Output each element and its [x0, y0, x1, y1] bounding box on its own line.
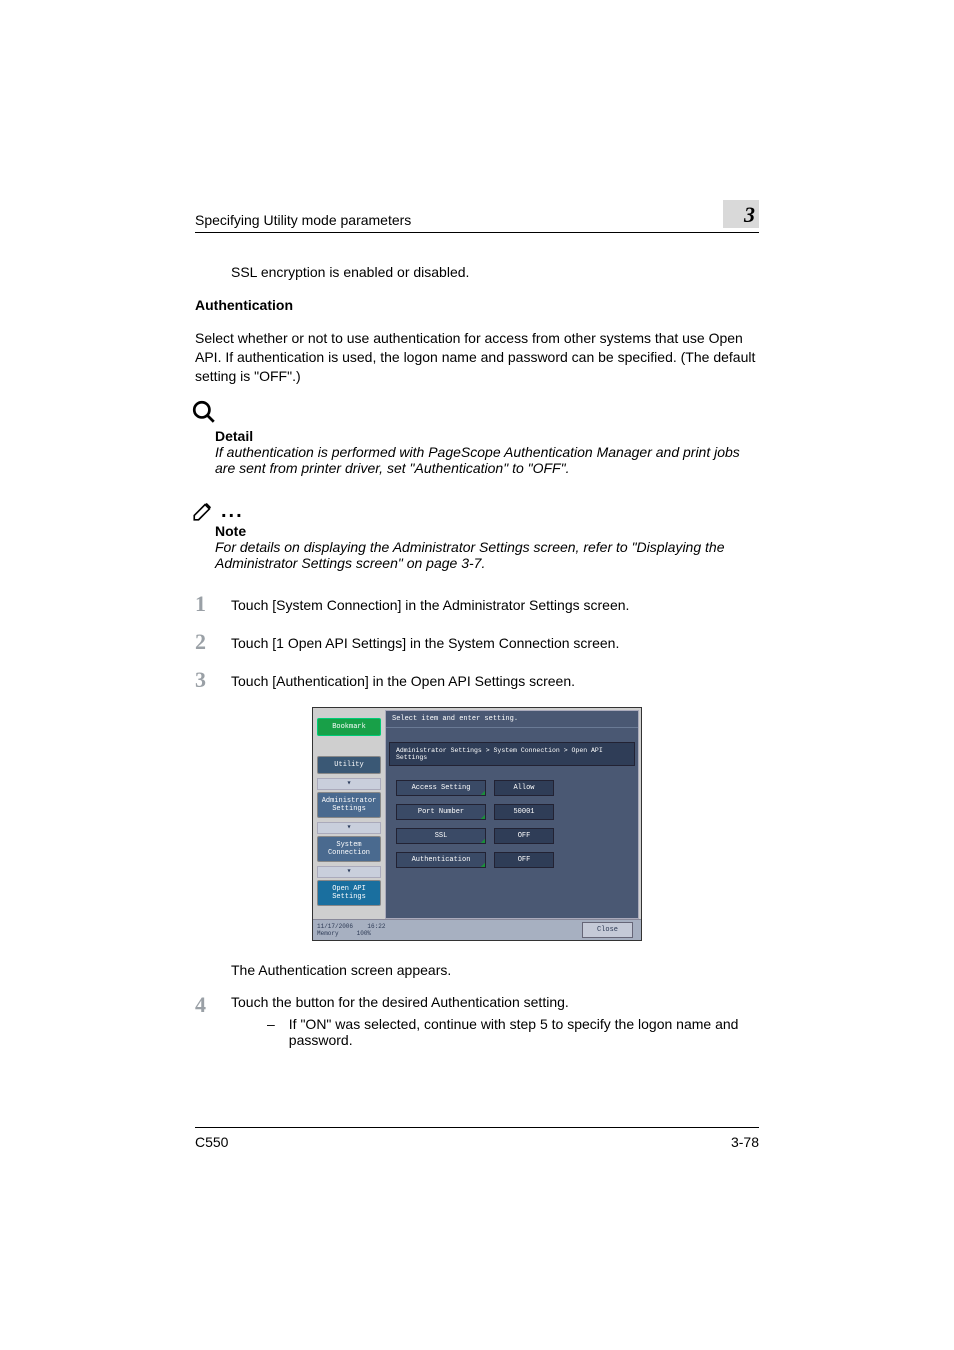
- pencil-icon: [191, 497, 217, 523]
- ss-memory-value: 100%: [357, 930, 371, 937]
- page-header: Specifying Utility mode parameters 3: [195, 200, 759, 233]
- chapter-number: 3: [723, 200, 759, 228]
- nav-open-api-settings[interactable]: Open API Settings: [317, 880, 381, 906]
- ss-sidebar: Bookmark Utility ▾ Administrator Setting…: [313, 708, 385, 919]
- step-4-sub: – If "ON" was selected, continue with st…: [231, 1016, 759, 1048]
- port-number-value: 50001: [494, 804, 554, 820]
- step-text: Touch [Authentication] in the Open API S…: [231, 669, 575, 691]
- note-block: ... Note For details on displaying the A…: [195, 494, 759, 571]
- ssl-value: OFF: [494, 828, 554, 844]
- ss-time: 16:22: [367, 923, 385, 930]
- footer-page: 3-78: [731, 1134, 759, 1150]
- step-1: 1 Touch [System Connection] in the Admin…: [195, 593, 759, 615]
- step-number: 3: [195, 669, 213, 691]
- ss-date: 11/17/2006: [317, 923, 353, 930]
- ss-status-bar: 11/17/2006 16:22 Memory 100% Close: [313, 919, 641, 940]
- down-arrow-icon: ▾: [317, 822, 381, 834]
- port-number-button[interactable]: Port Number: [396, 804, 486, 820]
- after-screenshot-text: The Authentication screen appears.: [195, 961, 759, 980]
- section-heading: Authentication: [195, 296, 759, 315]
- nav-bookmark[interactable]: Bookmark: [317, 718, 381, 736]
- step-4: 4 Touch the button for the desired Authe…: [195, 994, 759, 1048]
- step-number: 4: [195, 994, 213, 1048]
- note-label: Note: [215, 523, 759, 539]
- detail-text: If authentication is performed with Page…: [215, 444, 759, 476]
- step-text: Touch the button for the desired Authent…: [231, 990, 569, 1010]
- header-title: Specifying Utility mode parameters: [195, 212, 411, 228]
- magnifier-icon: [191, 399, 217, 425]
- step-2: 2 Touch [1 Open API Settings] in the Sys…: [195, 631, 759, 653]
- page-footer: C550 3-78: [195, 1127, 759, 1150]
- detail-block: Detail If authentication is performed wi…: [195, 399, 759, 476]
- authentication-value: OFF: [494, 852, 554, 868]
- ss-memory-label: Memory: [317, 930, 339, 937]
- ss-breadcrumb: Administrator Settings > System Connecti…: [389, 742, 635, 766]
- ellipsis-icon: ...: [221, 500, 244, 523]
- step-number: 1: [195, 593, 213, 615]
- dash-icon: –: [267, 1016, 275, 1048]
- footer-model: C550: [195, 1134, 228, 1150]
- device-screenshot: Bookmark Utility ▾ Administrator Setting…: [312, 707, 642, 941]
- detail-label: Detail: [215, 428, 759, 444]
- step-3: 3 Touch [Authentication] in the Open API…: [195, 669, 759, 691]
- ss-instruction: Select item and enter setting.: [386, 711, 638, 728]
- close-button[interactable]: Close: [582, 922, 633, 938]
- ssl-button[interactable]: SSL: [396, 828, 486, 844]
- step-text: Touch [System Connection] in the Adminis…: [231, 593, 629, 615]
- nav-system-connection[interactable]: System Connection: [317, 836, 381, 862]
- section-paragraph: Select whether or not to use authenticat…: [195, 329, 759, 386]
- nav-utility[interactable]: Utility: [317, 756, 381, 774]
- step-number: 2: [195, 631, 213, 653]
- step-4-sub-text: If "ON" was selected, continue with step…: [289, 1016, 759, 1048]
- access-setting-value: Allow: [494, 780, 554, 796]
- intro-text: SSL encryption is enabled or disabled.: [195, 263, 759, 282]
- access-setting-button[interactable]: Access Setting: [396, 780, 486, 796]
- down-arrow-icon: ▾: [317, 866, 381, 878]
- note-text: For details on displaying the Administra…: [215, 539, 759, 571]
- nav-admin-settings[interactable]: Administrator Settings: [317, 792, 381, 818]
- authentication-button[interactable]: Authentication: [396, 852, 486, 868]
- down-arrow-icon: ▾: [317, 778, 381, 790]
- step-text: Touch [1 Open API Settings] in the Syste…: [231, 631, 619, 653]
